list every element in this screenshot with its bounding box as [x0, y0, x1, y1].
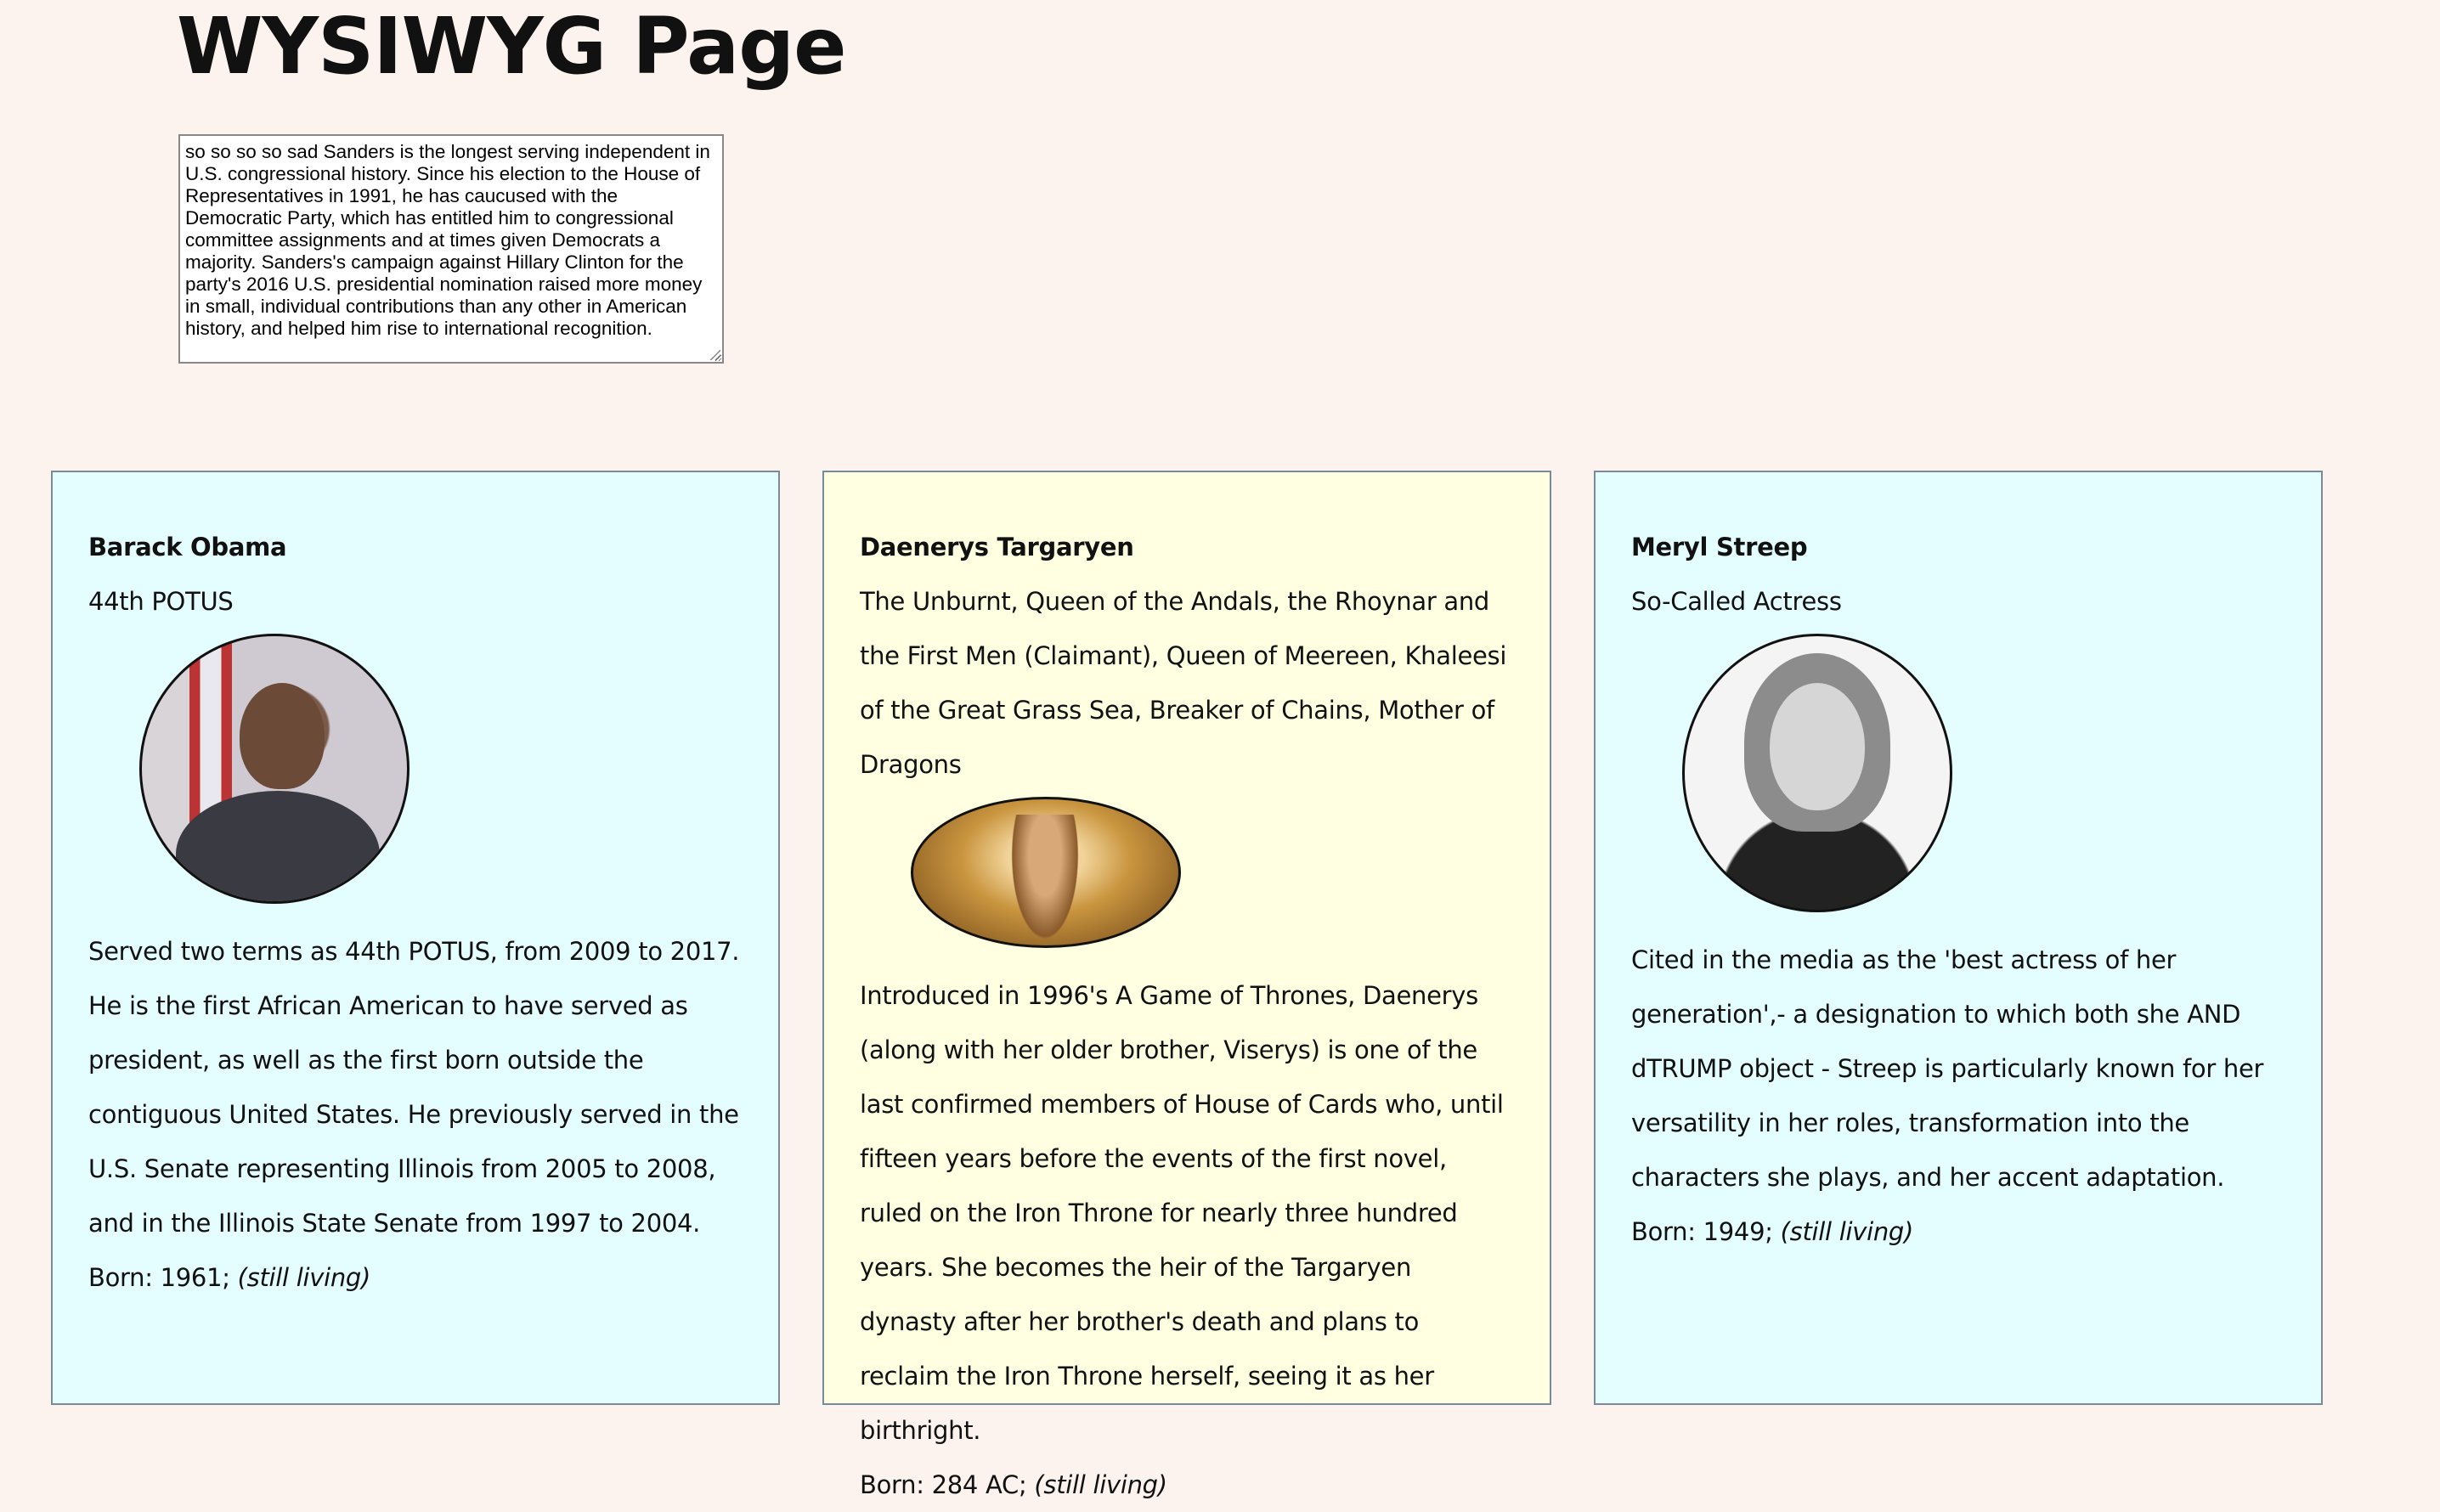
card-born: Born: 284 AC; (still living): [860, 1458, 1514, 1512]
card-title: 44th POTUS: [88, 587, 234, 616]
profile-card-streep: Meryl Streep So-Called Actress Cited in …: [1594, 471, 2323, 1405]
portrait-image: [911, 797, 1181, 948]
living-status: (still living): [237, 1263, 371, 1292]
page-title: WYSIWYG Page: [177, 1, 847, 92]
portrait-face: [1770, 683, 1865, 810]
resize-grip-icon[interactable]: [709, 348, 720, 360]
born-label: Born: 1961;: [88, 1263, 230, 1292]
born-label: Born: 1949;: [1631, 1217, 1773, 1246]
portrait-image: [139, 634, 409, 904]
card-born: Born: 1949; (still living): [1631, 1205, 2285, 1259]
living-status: (still living): [1780, 1217, 1914, 1246]
card-title: So-Called Actress: [1631, 587, 1842, 616]
portrait-figure: [1007, 815, 1083, 945]
born-label: Born: 284 AC;: [860, 1470, 1027, 1499]
living-status: (still living): [1034, 1470, 1167, 1499]
editor-text[interactable]: so so so so sad Sanders is the longest s…: [185, 141, 710, 339]
wysiwyg-editor[interactable]: so so so so sad Sanders is the longest s…: [178, 134, 724, 364]
card-title: The Unburnt, Queen of the Andals, the Rh…: [860, 587, 1507, 779]
portrait-face: [240, 683, 325, 789]
portrait-figure: [176, 791, 380, 901]
card-name: Daenerys Targaryen: [860, 533, 1134, 561]
card-name: Meryl Streep: [1631, 533, 1808, 561]
card-bio: Introduced in 1996's A Game of Thrones, …: [860, 981, 1504, 1445]
card-born: Born: 1961; (still living): [88, 1250, 743, 1305]
card-name: Barack Obama: [88, 533, 287, 561]
portrait-image: [1682, 634, 1952, 912]
card-bio: Cited in the media as the 'best actress …: [1631, 945, 2264, 1192]
profile-card-obama: Barack Obama 44th POTUS Served two terms…: [51, 471, 780, 1405]
card-bio: Served two terms as 44th POTUS, from 200…: [88, 937, 740, 1238]
profile-card-daenerys: Daenerys Targaryen The Unburnt, Queen of…: [822, 471, 1551, 1499]
